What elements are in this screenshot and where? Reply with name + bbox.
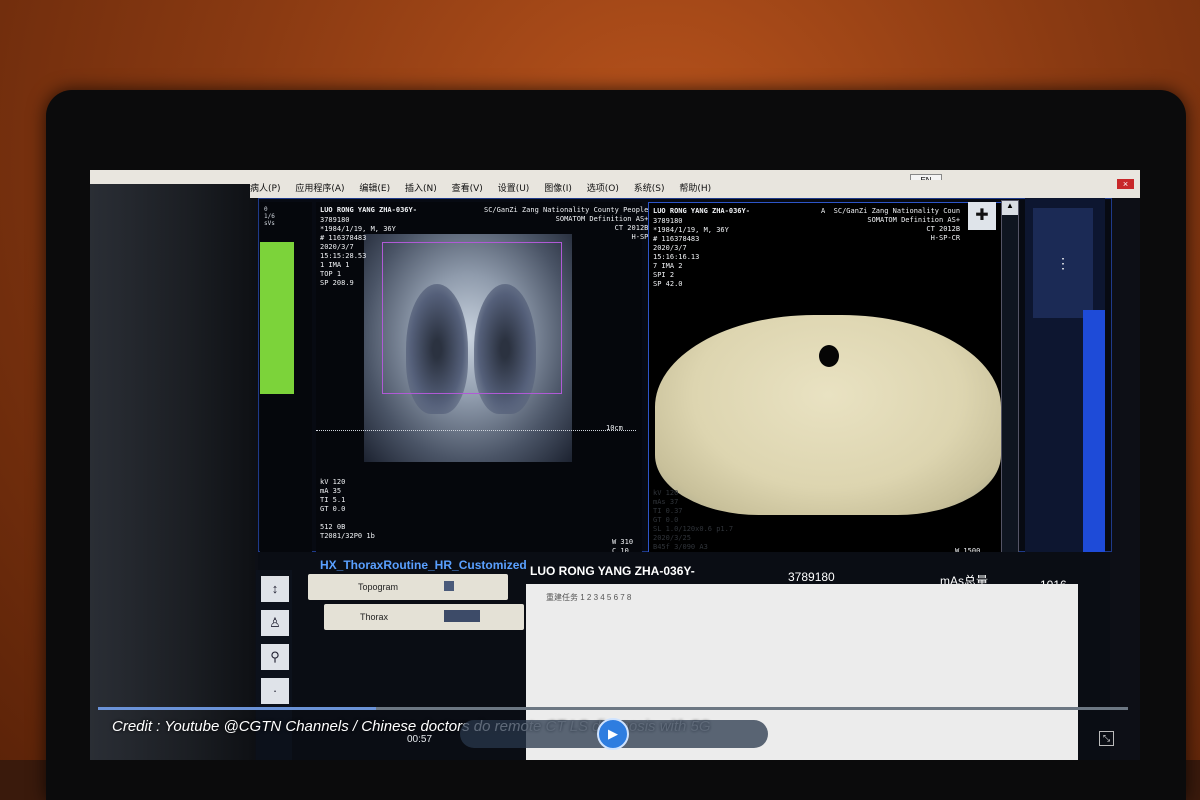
topo-institution: SC/GanZi Zang Nationality County People … xyxy=(484,206,649,241)
playback-time: 00:57 xyxy=(407,734,433,745)
patient-position-icon[interactable]: ↕ xyxy=(261,576,289,602)
step-thorax-label: Thorax xyxy=(360,612,389,622)
progress-indicator xyxy=(260,242,294,394)
step-topogram[interactable]: Topogram xyxy=(308,574,508,600)
axial-ct-image xyxy=(655,315,1001,515)
menu-item-options[interactable]: 选项(O) xyxy=(587,180,619,198)
video-seekbar[interactable] xyxy=(98,707,1128,710)
menu-item-insert[interactable]: 插入(N) xyxy=(405,180,437,198)
protocol-name: HX_ThoraxRoutine_HR_Customized xyxy=(320,558,527,572)
magnify-icon[interactable]: ⚲ xyxy=(261,644,289,670)
thorax-thumb-icon xyxy=(444,610,480,622)
scan-range-box[interactable] xyxy=(382,242,562,394)
menu-item-edit[interactable]: 编辑(E) xyxy=(359,180,390,198)
axial-info: 3789180 *1984/1/19, M, 36Y # 116378483 2… xyxy=(653,217,729,288)
menu-item-help[interactable]: 帮助(H) xyxy=(679,180,711,198)
monitor-screen: EN 病人(P) 应用程序(A) 编辑(E) 插入(N) 查看(V) 设置(U)… xyxy=(90,170,1140,760)
status-panel: 0 1/6 sVs xyxy=(260,202,312,552)
fullscreen-icon[interactable]: ⤡ xyxy=(1099,731,1114,746)
axial-patient-name: LUO RONG YANG ZHA-036Y- xyxy=(653,207,750,215)
slice-scrollbar[interactable]: ▲ xyxy=(1001,200,1019,572)
exam-patient-name: LUO RONG YANG ZHA-036Y- xyxy=(530,564,695,578)
menu-item-system[interactable]: 系统(S) xyxy=(634,180,665,198)
panel-label: ⋮ xyxy=(1033,208,1093,318)
menu-item-application[interactable]: 应用程序(A) xyxy=(295,180,344,198)
menu-item-settings[interactable]: 设置(U) xyxy=(498,180,530,198)
menu-item-patient[interactable]: 病人(P) xyxy=(250,180,280,198)
trachea xyxy=(819,345,839,367)
topo-info: 3789180 *1984/1/19, M, 36Y # 116378483 2… xyxy=(320,216,396,287)
axial-params: kV 120 mAs 37 TI 0.37 GT 0.0 SL 1.0/120x… xyxy=(653,489,734,551)
step-thorax[interactable]: Thorax xyxy=(324,604,524,630)
person-icon[interactable]: ♙ xyxy=(261,610,289,636)
range-line xyxy=(316,430,636,431)
step-topogram-label: Topogram xyxy=(358,582,399,592)
topo-params: kV 120 mA 35 TI 5.1 GT 0.0 512 0B T2081/… xyxy=(320,478,375,540)
menu-item-image[interactable]: 图像(I) xyxy=(544,180,572,198)
seekbar-progress xyxy=(98,707,377,710)
axial-viewport[interactable]: LUO RONG YANG ZHA-036Y- A SC/GanZi Zang … xyxy=(648,202,1002,570)
navigation-tool-icon[interactable]: ✚ xyxy=(968,202,996,230)
axial-institution: A SC/GanZi Zang Nationality Coun SOMATOM… xyxy=(821,207,961,242)
topo-patient-name: LUO RONG YANG ZHA-036Y- xyxy=(320,206,417,214)
topogram-thumb-icon xyxy=(444,581,454,591)
topogram-viewport[interactable]: LUO RONG YANG ZHA-036Y- SC/GanZi Zang Na… xyxy=(316,202,648,555)
scroll-up-icon[interactable]: ▲ xyxy=(1002,201,1018,215)
play-button[interactable]: ▶ xyxy=(597,718,629,750)
accession-number: 3789180 xyxy=(788,570,835,584)
blurred-foreground xyxy=(90,170,255,760)
topo-scale: 10cm xyxy=(606,424,623,432)
menu-bar: 病人(P) 应用程序(A) 编辑(E) 插入(N) 查看(V) 设置(U) 图像… xyxy=(250,180,1140,198)
status-text: 0 1/6 sVs xyxy=(264,206,275,227)
tool-icon[interactable]: · xyxy=(261,678,289,704)
menu-item-view[interactable]: 查看(V) xyxy=(452,180,483,198)
recon-table-header: 重建任务 1 2 3 4 5 6 7 8 xyxy=(546,593,632,602)
close-button[interactable]: × xyxy=(1117,179,1134,189)
